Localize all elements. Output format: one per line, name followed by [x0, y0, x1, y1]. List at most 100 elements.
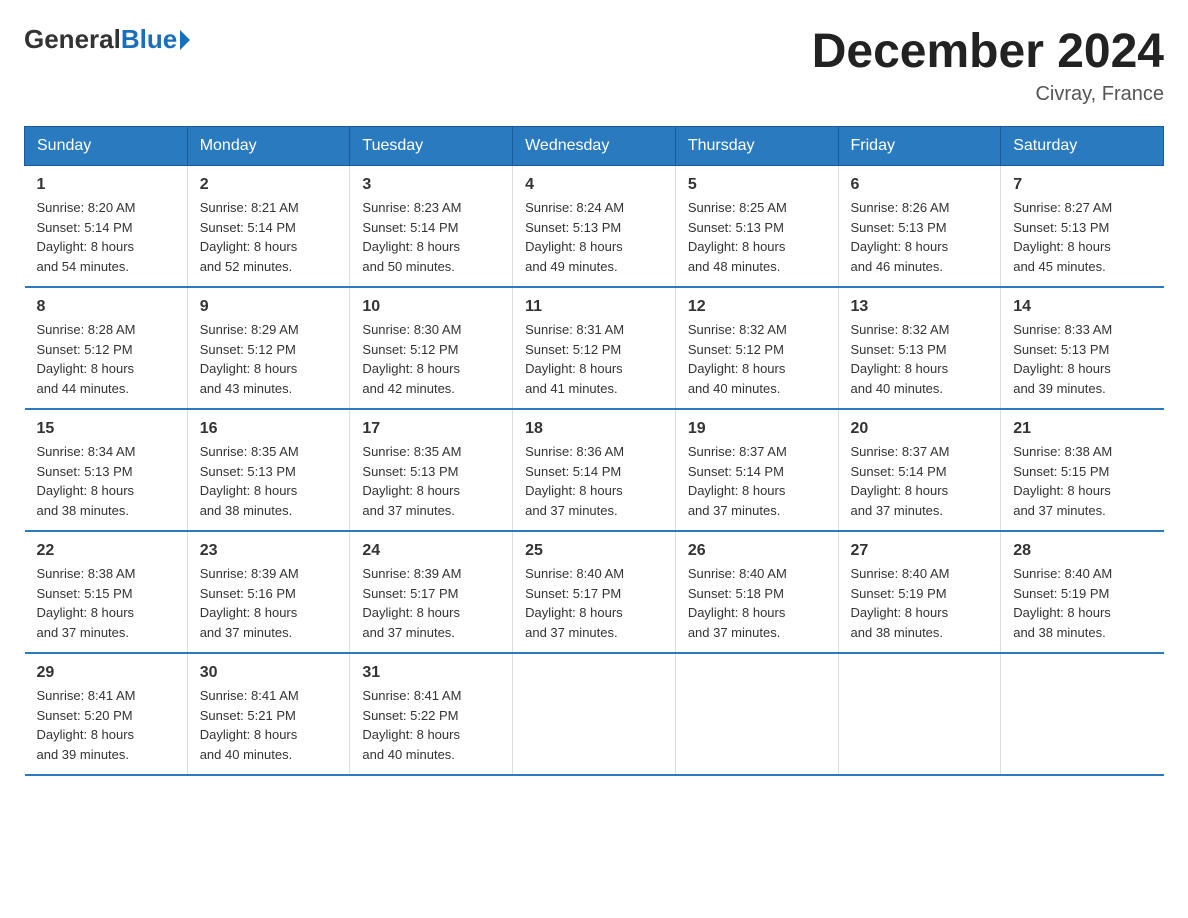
day-number: 18: [525, 420, 663, 438]
day-cell: 12 Sunrise: 8:32 AM Sunset: 5:12 PM Dayl…: [675, 287, 838, 409]
day-cell: 11 Sunrise: 8:31 AM Sunset: 5:12 PM Dayl…: [513, 287, 676, 409]
header-sunday: Sunday: [25, 127, 188, 166]
week-row-1: 1 Sunrise: 8:20 AM Sunset: 5:14 PM Dayli…: [25, 166, 1164, 288]
day-info: Sunrise: 8:38 AM Sunset: 5:15 PM Dayligh…: [1013, 442, 1151, 520]
day-cell: 16 Sunrise: 8:35 AM Sunset: 5:13 PM Dayl…: [187, 409, 350, 531]
day-info: Sunrise: 8:24 AM Sunset: 5:13 PM Dayligh…: [525, 198, 663, 276]
day-number: 10: [362, 298, 500, 316]
calendar-table: SundayMondayTuesdayWednesdayThursdayFrid…: [24, 126, 1164, 776]
day-number: 25: [525, 542, 663, 560]
day-cell: 28 Sunrise: 8:40 AM Sunset: 5:19 PM Dayl…: [1001, 531, 1164, 653]
day-cell: 13 Sunrise: 8:32 AM Sunset: 5:13 PM Dayl…: [838, 287, 1001, 409]
day-info: Sunrise: 8:40 AM Sunset: 5:19 PM Dayligh…: [1013, 564, 1151, 642]
day-cell: [675, 653, 838, 775]
day-cell: [1001, 653, 1164, 775]
day-cell: 5 Sunrise: 8:25 AM Sunset: 5:13 PM Dayli…: [675, 166, 838, 288]
day-number: 4: [525, 176, 663, 194]
day-cell: 14 Sunrise: 8:33 AM Sunset: 5:13 PM Dayl…: [1001, 287, 1164, 409]
day-number: 5: [688, 176, 826, 194]
day-number: 29: [37, 664, 175, 682]
day-cell: [838, 653, 1001, 775]
day-info: Sunrise: 8:35 AM Sunset: 5:13 PM Dayligh…: [362, 442, 500, 520]
day-cell: 25 Sunrise: 8:40 AM Sunset: 5:17 PM Dayl…: [513, 531, 676, 653]
day-info: Sunrise: 8:28 AM Sunset: 5:12 PM Dayligh…: [37, 320, 175, 398]
day-info: Sunrise: 8:26 AM Sunset: 5:13 PM Dayligh…: [851, 198, 989, 276]
day-number: 23: [200, 542, 338, 560]
day-info: Sunrise: 8:35 AM Sunset: 5:13 PM Dayligh…: [200, 442, 338, 520]
day-number: 17: [362, 420, 500, 438]
day-info: Sunrise: 8:40 AM Sunset: 5:19 PM Dayligh…: [851, 564, 989, 642]
day-info: Sunrise: 8:30 AM Sunset: 5:12 PM Dayligh…: [362, 320, 500, 398]
header-saturday: Saturday: [1001, 127, 1164, 166]
day-cell: 18 Sunrise: 8:36 AM Sunset: 5:14 PM Dayl…: [513, 409, 676, 531]
day-number: 19: [688, 420, 826, 438]
calendar-header-row: SundayMondayTuesdayWednesdayThursdayFrid…: [25, 127, 1164, 166]
day-number: 3: [362, 176, 500, 194]
day-number: 8: [37, 298, 175, 316]
day-number: 20: [851, 420, 989, 438]
day-number: 12: [688, 298, 826, 316]
day-info: Sunrise: 8:31 AM Sunset: 5:12 PM Dayligh…: [525, 320, 663, 398]
day-info: Sunrise: 8:40 AM Sunset: 5:18 PM Dayligh…: [688, 564, 826, 642]
day-number: 30: [200, 664, 338, 682]
logo-general-text: General: [24, 24, 121, 55]
day-cell: 2 Sunrise: 8:21 AM Sunset: 5:14 PM Dayli…: [187, 166, 350, 288]
day-cell: 31 Sunrise: 8:41 AM Sunset: 5:22 PM Dayl…: [350, 653, 513, 775]
day-info: Sunrise: 8:23 AM Sunset: 5:14 PM Dayligh…: [362, 198, 500, 276]
day-info: Sunrise: 8:41 AM Sunset: 5:21 PM Dayligh…: [200, 686, 338, 764]
day-info: Sunrise: 8:32 AM Sunset: 5:12 PM Dayligh…: [688, 320, 826, 398]
title-area: December 2024 Civray, France: [812, 24, 1164, 106]
month-title: December 2024: [812, 24, 1164, 79]
day-number: 27: [851, 542, 989, 560]
day-info: Sunrise: 8:21 AM Sunset: 5:14 PM Dayligh…: [200, 198, 338, 276]
logo-triangle-icon: [180, 30, 190, 50]
day-cell: 3 Sunrise: 8:23 AM Sunset: 5:14 PM Dayli…: [350, 166, 513, 288]
day-info: Sunrise: 8:41 AM Sunset: 5:22 PM Dayligh…: [362, 686, 500, 764]
day-cell: 17 Sunrise: 8:35 AM Sunset: 5:13 PM Dayl…: [350, 409, 513, 531]
day-cell: 7 Sunrise: 8:27 AM Sunset: 5:13 PM Dayli…: [1001, 166, 1164, 288]
day-number: 1: [37, 176, 175, 194]
day-cell: 21 Sunrise: 8:38 AM Sunset: 5:15 PM Dayl…: [1001, 409, 1164, 531]
day-number: 24: [362, 542, 500, 560]
week-row-3: 15 Sunrise: 8:34 AM Sunset: 5:13 PM Dayl…: [25, 409, 1164, 531]
day-info: Sunrise: 8:27 AM Sunset: 5:13 PM Dayligh…: [1013, 198, 1151, 276]
day-info: Sunrise: 8:32 AM Sunset: 5:13 PM Dayligh…: [851, 320, 989, 398]
header-tuesday: Tuesday: [350, 127, 513, 166]
day-info: Sunrise: 8:40 AM Sunset: 5:17 PM Dayligh…: [525, 564, 663, 642]
day-cell: 20 Sunrise: 8:37 AM Sunset: 5:14 PM Dayl…: [838, 409, 1001, 531]
day-info: Sunrise: 8:34 AM Sunset: 5:13 PM Dayligh…: [37, 442, 175, 520]
day-number: 16: [200, 420, 338, 438]
day-number: 2: [200, 176, 338, 194]
day-cell: 1 Sunrise: 8:20 AM Sunset: 5:14 PM Dayli…: [25, 166, 188, 288]
day-number: 22: [37, 542, 175, 560]
logo: General Blue: [24, 24, 190, 55]
header-friday: Friday: [838, 127, 1001, 166]
day-number: 28: [1013, 542, 1151, 560]
logo-blue-part: Blue: [121, 24, 190, 55]
day-cell: [513, 653, 676, 775]
day-info: Sunrise: 8:36 AM Sunset: 5:14 PM Dayligh…: [525, 442, 663, 520]
day-number: 15: [37, 420, 175, 438]
day-info: Sunrise: 8:41 AM Sunset: 5:20 PM Dayligh…: [37, 686, 175, 764]
day-info: Sunrise: 8:39 AM Sunset: 5:16 PM Dayligh…: [200, 564, 338, 642]
day-cell: 29 Sunrise: 8:41 AM Sunset: 5:20 PM Dayl…: [25, 653, 188, 775]
day-cell: 4 Sunrise: 8:24 AM Sunset: 5:13 PM Dayli…: [513, 166, 676, 288]
day-info: Sunrise: 8:25 AM Sunset: 5:13 PM Dayligh…: [688, 198, 826, 276]
day-cell: 30 Sunrise: 8:41 AM Sunset: 5:21 PM Dayl…: [187, 653, 350, 775]
day-cell: 15 Sunrise: 8:34 AM Sunset: 5:13 PM Dayl…: [25, 409, 188, 531]
day-number: 26: [688, 542, 826, 560]
day-number: 11: [525, 298, 663, 316]
day-cell: 24 Sunrise: 8:39 AM Sunset: 5:17 PM Dayl…: [350, 531, 513, 653]
day-number: 14: [1013, 298, 1151, 316]
header-monday: Monday: [187, 127, 350, 166]
day-info: Sunrise: 8:37 AM Sunset: 5:14 PM Dayligh…: [688, 442, 826, 520]
location: Civray, France: [812, 83, 1164, 106]
header-thursday: Thursday: [675, 127, 838, 166]
week-row-4: 22 Sunrise: 8:38 AM Sunset: 5:15 PM Dayl…: [25, 531, 1164, 653]
day-cell: 22 Sunrise: 8:38 AM Sunset: 5:15 PM Dayl…: [25, 531, 188, 653]
day-cell: 23 Sunrise: 8:39 AM Sunset: 5:16 PM Dayl…: [187, 531, 350, 653]
day-cell: 27 Sunrise: 8:40 AM Sunset: 5:19 PM Dayl…: [838, 531, 1001, 653]
day-info: Sunrise: 8:20 AM Sunset: 5:14 PM Dayligh…: [37, 198, 175, 276]
day-info: Sunrise: 8:33 AM Sunset: 5:13 PM Dayligh…: [1013, 320, 1151, 398]
day-info: Sunrise: 8:38 AM Sunset: 5:15 PM Dayligh…: [37, 564, 175, 642]
